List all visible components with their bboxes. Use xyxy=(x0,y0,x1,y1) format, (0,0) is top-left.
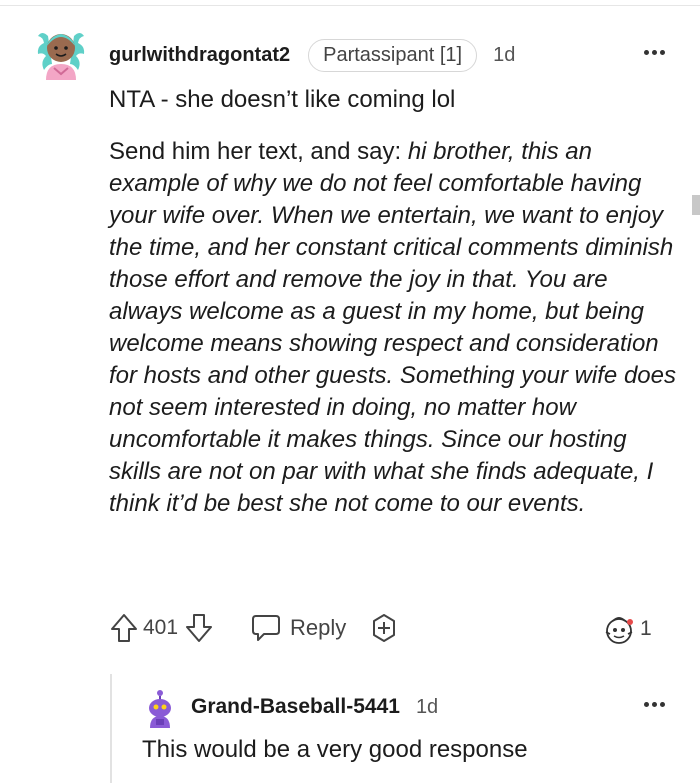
reply-username-link[interactable]: Grand-Baseball-5441 xyxy=(191,695,400,719)
reply-more-options-icon[interactable] xyxy=(640,694,668,714)
comment-body-italic: hi brother, this an example of why we do… xyxy=(109,138,676,517)
top-divider xyxy=(0,5,700,6)
username-link[interactable]: gurlwithdragontat2 xyxy=(109,44,290,67)
scrollbar-thumb[interactable] xyxy=(692,195,700,215)
reply-body: This would be a very good response xyxy=(142,736,528,763)
reply-button[interactable]: Reply xyxy=(250,613,346,643)
downvote-button[interactable] xyxy=(184,612,214,644)
timestamp[interactable]: 1d xyxy=(493,44,515,67)
reply-avatar[interactable] xyxy=(142,688,178,728)
award-icon xyxy=(373,614,396,642)
reply-icon xyxy=(252,615,281,641)
comment-meta: gurlwithdragontat2 Partassipant [1] 1d xyxy=(109,38,515,72)
awards-received[interactable]: 1 xyxy=(602,612,652,646)
awards-received-icon xyxy=(605,617,633,644)
user-avatar[interactable] xyxy=(34,26,88,82)
reply-meta: Grand-Baseball-5441 1d xyxy=(191,692,438,722)
upvote-button[interactable] xyxy=(109,612,139,644)
upvote-icon xyxy=(111,614,137,642)
more-options-icon[interactable] xyxy=(640,42,668,62)
give-award-button[interactable] xyxy=(368,612,400,644)
comment-actions: 401 Reply xyxy=(109,608,400,648)
awards-count: 1 xyxy=(640,617,652,640)
user-flair: Partassipant [1] xyxy=(308,38,478,72)
reply-label: Reply xyxy=(290,615,347,640)
reply-timestamp[interactable]: 1d xyxy=(416,696,438,719)
comment-body-plain: Send him her text, and say: xyxy=(109,138,408,165)
vote-score: 401 xyxy=(143,616,179,639)
downvote-icon xyxy=(186,614,213,642)
comment-body: Send him her text, and say: hi brother, … xyxy=(109,136,679,520)
thread-line[interactable] xyxy=(110,674,112,783)
comment-first-line: NTA - she doesn’t like coming lol xyxy=(109,86,456,113)
